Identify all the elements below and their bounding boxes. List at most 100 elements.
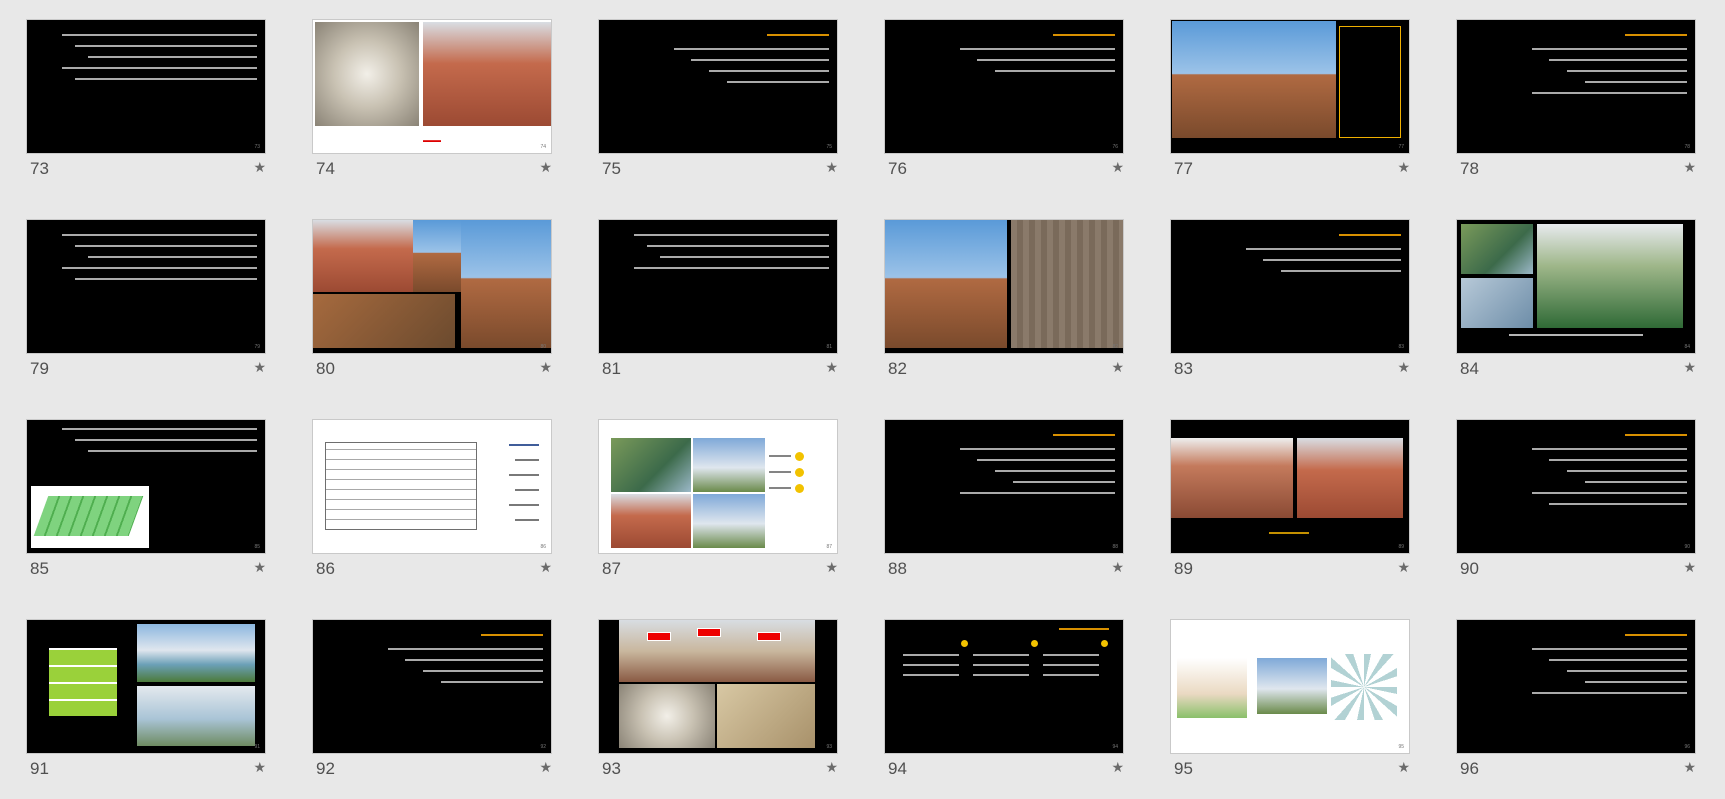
star-icon[interactable]: ★ — [1397, 559, 1410, 576]
slide-page-number: 88 — [1112, 544, 1118, 550]
slide-thumbnail[interactable]: 85 — [26, 419, 266, 554]
slide-thumbnail[interactable]: 91 — [26, 619, 266, 754]
star-icon[interactable]: ★ — [539, 759, 552, 776]
slide-thumbnail[interactable]: 88 — [884, 419, 1124, 554]
slide-item[interactable]: 95 95 ★ — [1170, 619, 1410, 799]
slide-thumbnail[interactable]: 73 — [26, 19, 266, 154]
slide-item[interactable]: 76 76 ★ — [884, 19, 1124, 199]
slide-number: 92 — [316, 759, 335, 778]
slide-thumbnail[interactable]: 83 — [1170, 219, 1410, 354]
slide-number: 87 — [602, 559, 621, 578]
slide-item[interactable]: 77 77 ★ — [1170, 19, 1410, 199]
slide-item[interactable]: 88 88 ★ — [884, 419, 1124, 599]
star-icon[interactable]: ★ — [825, 559, 838, 576]
slide-item[interactable]: 93 93 ★ — [598, 619, 838, 799]
slide-number: 80 — [316, 359, 335, 378]
slide-item[interactable]: 96 96 ★ — [1456, 619, 1696, 799]
star-icon[interactable]: ★ — [1111, 359, 1124, 376]
slide-item[interactable]: 73 73 ★ — [26, 19, 266, 199]
slide-item[interactable]: 83 83 ★ — [1170, 219, 1410, 399]
slide-thumbnail[interactable]: 87 — [598, 419, 838, 554]
star-icon[interactable]: ★ — [539, 559, 552, 576]
text-line — [74, 78, 257, 80]
slide-thumbnail[interactable]: 75 — [598, 19, 838, 154]
star-icon[interactable]: ★ — [1683, 159, 1696, 176]
star-icon[interactable]: ★ — [539, 159, 552, 176]
slide-item[interactable]: 90 90 ★ — [1456, 419, 1696, 599]
slide-number: 79 — [30, 359, 49, 378]
text-line — [646, 245, 829, 247]
text-line — [88, 450, 257, 452]
slide-content — [1465, 28, 1687, 143]
slide-thumbnail[interactable]: 78 — [1456, 19, 1696, 154]
slide-thumbnail[interactable]: 82 — [884, 219, 1124, 354]
slide-thumbnail[interactable]: 90 — [1456, 419, 1696, 554]
bullet-number — [795, 468, 804, 477]
slide-thumbnail[interactable]: 79 — [26, 219, 266, 354]
text-line — [61, 428, 257, 430]
slide-number: 94 — [888, 759, 907, 778]
slide-item[interactable]: ▬▬▬ 74 74 ★ — [312, 19, 552, 199]
slide-number: 74 — [316, 159, 335, 178]
slide-page-number: 77 — [1398, 144, 1404, 150]
star-icon[interactable]: ★ — [1397, 759, 1410, 776]
slide-thumbnail[interactable]: 80 — [312, 219, 552, 354]
slide-thumbnail[interactable]: 92 — [312, 619, 552, 754]
slide-thumbnail[interactable]: ▬▬▬ 74 — [312, 19, 552, 154]
slide-item[interactable]: 80 80 ★ — [312, 219, 552, 399]
slide-item[interactable]: 87 87 ★ — [598, 419, 838, 599]
slide-thumbnail[interactable]: 86 — [312, 419, 552, 554]
star-icon[interactable]: ★ — [1397, 359, 1410, 376]
slide-page-number: 80 — [540, 344, 546, 350]
slide-item[interactable]: 85 85 ★ — [26, 419, 266, 599]
slide-thumbnail[interactable]: 89 — [1170, 419, 1410, 554]
slide-item[interactable]: 94 94 ★ — [884, 619, 1124, 799]
text-line — [726, 81, 829, 83]
slide-content — [1465, 428, 1687, 543]
slide-item[interactable]: 79 79 ★ — [26, 219, 266, 399]
slide-item[interactable]: 82 82 ★ — [884, 219, 1124, 399]
slide-page-number: 84 — [1684, 344, 1690, 350]
text-line — [1531, 492, 1687, 494]
slide-item[interactable]: 86 86 ★ — [312, 419, 552, 599]
text-line — [405, 659, 543, 661]
slide-thumbnail[interactable]: 84 — [1456, 219, 1696, 354]
star-icon[interactable]: ★ — [539, 359, 552, 376]
slide-item[interactable]: 84 84 ★ — [1456, 219, 1696, 399]
star-icon[interactable]: ★ — [1111, 159, 1124, 176]
slide-number: 78 — [1460, 159, 1479, 178]
text-line — [74, 278, 257, 280]
text-line — [977, 59, 1115, 61]
slide-number: 89 — [1174, 559, 1193, 578]
star-icon[interactable]: ★ — [1397, 159, 1410, 176]
slide-thumbnail[interactable]: 81 — [598, 219, 838, 354]
slide-number: 73 — [30, 159, 49, 178]
star-icon[interactable]: ★ — [253, 159, 266, 176]
slide-content — [35, 624, 257, 746]
slide-thumbnail[interactable]: 77 — [1170, 19, 1410, 154]
slide-thumbnail[interactable]: 96 — [1456, 619, 1696, 754]
star-icon[interactable]: ★ — [253, 559, 266, 576]
slide-thumbnail[interactable]: 76 — [884, 19, 1124, 154]
star-icon[interactable]: ★ — [825, 759, 838, 776]
slide-thumbnail[interactable]: 94 — [884, 619, 1124, 754]
slide-item[interactable]: 91 91 ★ — [26, 619, 266, 799]
star-icon[interactable]: ★ — [253, 359, 266, 376]
slide-item[interactable]: 78 78 ★ — [1456, 19, 1696, 199]
star-icon[interactable]: ★ — [825, 359, 838, 376]
slide-thumbnail[interactable]: 95 — [1170, 619, 1410, 754]
star-icon[interactable]: ★ — [825, 159, 838, 176]
slide-item[interactable]: 75 75 ★ — [598, 19, 838, 199]
complex-photo — [693, 438, 765, 492]
slide-item[interactable]: 89 89 ★ — [1170, 419, 1410, 599]
slide-thumbnail[interactable]: 93 — [598, 619, 838, 754]
star-icon[interactable]: ★ — [1683, 759, 1696, 776]
star-icon[interactable]: ★ — [1111, 759, 1124, 776]
star-icon[interactable]: ★ — [1111, 559, 1124, 576]
slide-item[interactable]: 92 92 ★ — [312, 619, 552, 799]
slide-item[interactable]: 81 81 ★ — [598, 219, 838, 399]
star-icon[interactable]: ★ — [253, 759, 266, 776]
text-line — [1531, 648, 1687, 650]
star-icon[interactable]: ★ — [1683, 559, 1696, 576]
star-icon[interactable]: ★ — [1683, 359, 1696, 376]
